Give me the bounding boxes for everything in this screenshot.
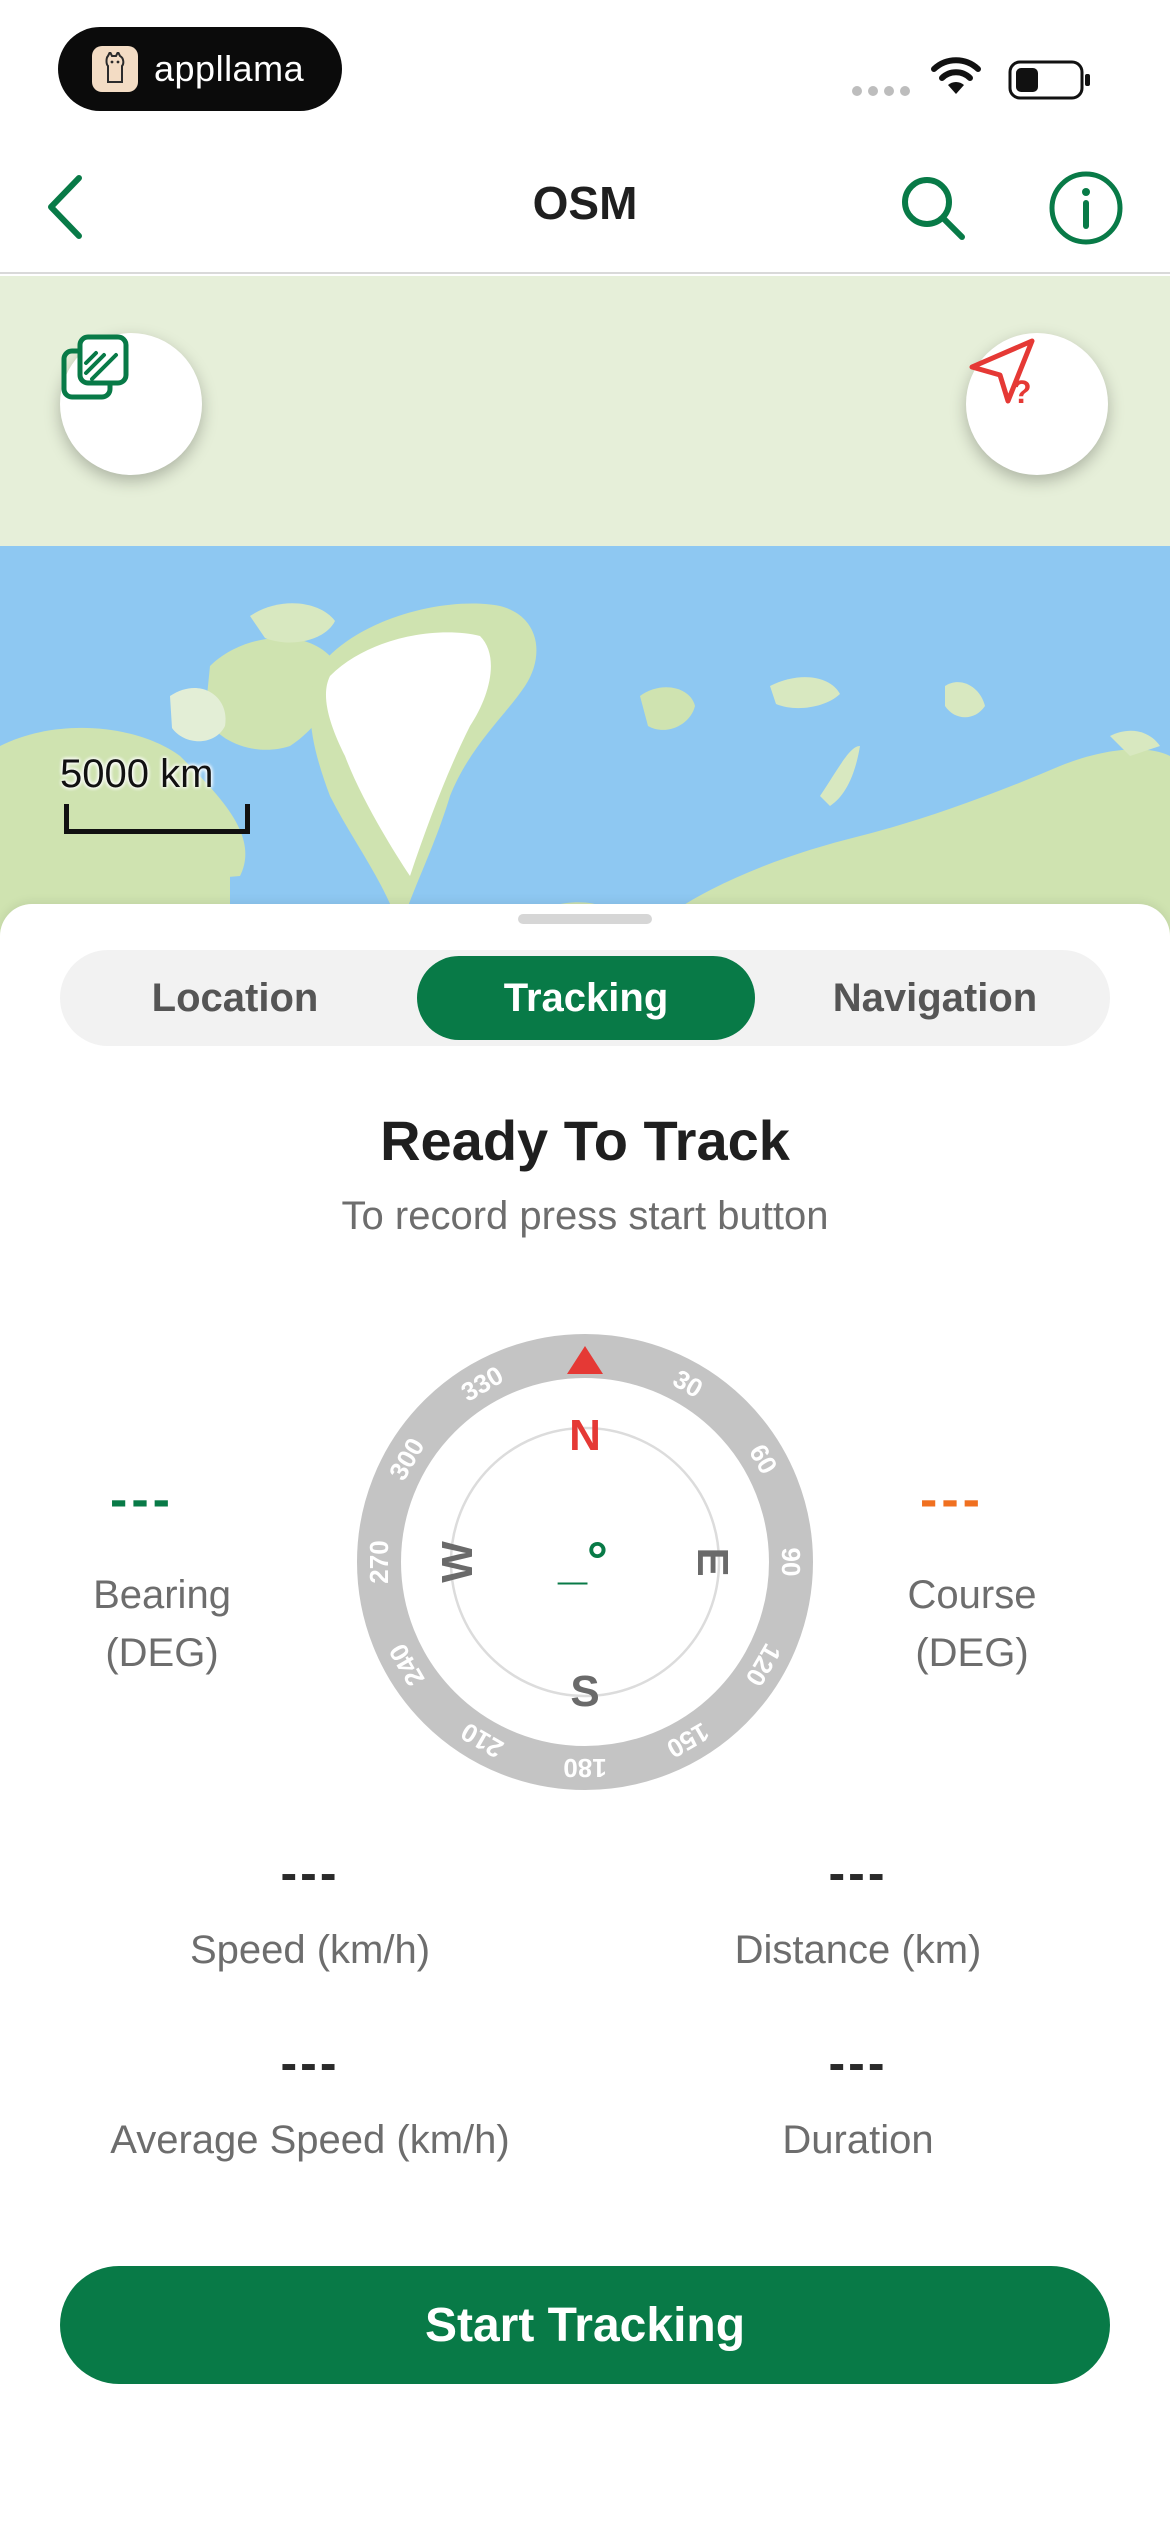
layers-icon: [61, 334, 129, 400]
page-title: OSM: [532, 177, 638, 229]
average-speed-value: ---: [280, 2035, 340, 2091]
bearing-label-line1: Bearing: [93, 1573, 231, 1617]
nav-bar: OSM: [0, 140, 1170, 274]
tab-tracking[interactable]: Tracking: [417, 956, 755, 1040]
compass-dial: 306090120150180210240270300330 N S E W _…: [357, 1334, 813, 1790]
map-scale-bar: [64, 804, 250, 834]
average-speed-label: Average Speed (km/h): [110, 2118, 510, 2162]
status-bar: appllama: [0, 0, 1170, 140]
start-tracking-button[interactable]: Start Tracking: [60, 2266, 1110, 2384]
distance-value: ---: [828, 1845, 888, 1901]
tab-location[interactable]: Location: [60, 956, 410, 1040]
llama-logo-icon: [92, 46, 138, 92]
compass-east: E: [688, 1547, 737, 1576]
info-icon: [1049, 171, 1123, 245]
compass-tick-180: 180: [563, 1753, 606, 1783]
locate-button[interactable]: ?: [966, 333, 1108, 475]
compass-heading-readout: _°: [557, 1532, 608, 1590]
layers-button[interactable]: [60, 333, 202, 475]
map-scale-label: 5000 km: [60, 752, 214, 796]
speed-value: ---: [280, 1845, 340, 1901]
tracking-subtitle: To record press start button: [341, 1194, 829, 1238]
compass-north: N: [569, 1411, 601, 1460]
chevron-left-icon: [48, 175, 82, 239]
duration-label: Duration: [782, 2118, 934, 2162]
course-label-line1: Course: [907, 1573, 1037, 1617]
brand-pill: appllama: [58, 27, 342, 111]
course-value: ---: [920, 1471, 984, 1529]
search-icon: [902, 177, 965, 240]
compass-west: W: [433, 1541, 482, 1583]
svg-text:?: ?: [1012, 374, 1032, 409]
speed-label: Speed (km/h): [189, 1928, 431, 1972]
brand-name: appllama: [154, 48, 305, 89]
bearing-label-line2: (DEG): [105, 1631, 219, 1675]
map-view[interactable]: ? 5000 km: [0, 276, 1170, 936]
location-unknown-icon: ?: [969, 338, 1035, 409]
distance-label: Distance (km): [734, 1928, 982, 1972]
compass-tick-270: 270: [364, 1540, 394, 1583]
course-label: Course (DEG): [852, 1566, 1092, 1682]
bottom-sheet: Location Tracking Navigation Ready To Tr…: [0, 904, 1170, 2532]
compass-south: S: [570, 1667, 599, 1716]
wifi-icon: [931, 57, 981, 94]
bearing-value: ---: [110, 1471, 174, 1529]
battery-icon: [1008, 60, 1090, 100]
search-button[interactable]: [895, 170, 971, 246]
sheet-grabber[interactable]: [518, 914, 652, 924]
info-button[interactable]: [1048, 170, 1124, 246]
mode-tabs: Location Tracking Navigation: [60, 950, 1110, 1046]
back-button[interactable]: [30, 170, 100, 244]
tracking-title: Ready To Track: [380, 1109, 790, 1172]
duration-value: ---: [828, 2035, 888, 2091]
tab-navigation[interactable]: Navigation: [760, 956, 1110, 1040]
bearing-label: Bearing (DEG): [42, 1566, 282, 1682]
cellular-signal-icon: [852, 86, 910, 96]
course-label-line2: (DEG): [915, 1631, 1029, 1675]
compass-tick-90: 90: [776, 1548, 806, 1577]
